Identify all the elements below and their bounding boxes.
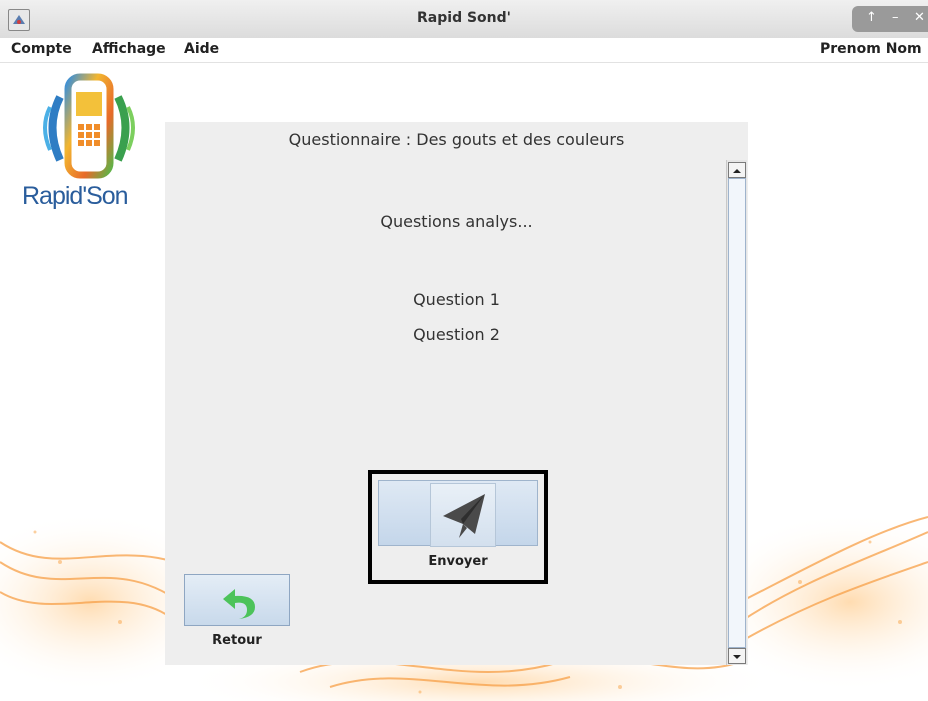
menu-compte[interactable]: Compte <box>11 41 72 57</box>
questions-section-label: Questions analys... <box>380 212 533 231</box>
menu-aide[interactable]: Aide <box>184 41 219 57</box>
window-titlebar: Rapid Sond' ↑ – ✕ <box>0 0 928 39</box>
menu-bar: Compte Affichage Aide Prenom Nom <box>0 38 928 63</box>
minimize-icon[interactable]: – <box>892 10 899 25</box>
question-item-2[interactable]: Question 2 <box>165 325 748 344</box>
close-icon[interactable]: ✕ <box>914 10 925 25</box>
back-button[interactable] <box>184 574 290 626</box>
maximize-icon[interactable]: ↑ <box>866 10 877 25</box>
chevron-down-icon <box>733 655 741 659</box>
question-item-1[interactable]: Question 1 <box>165 290 748 309</box>
user-name-menu[interactable]: Prenom Nom <box>820 41 922 57</box>
back-button-label: Retour <box>212 633 262 648</box>
undo-arrow-icon <box>223 589 255 619</box>
scroll-down-button[interactable] <box>728 648 746 664</box>
scroll-up-button[interactable] <box>728 162 746 178</box>
vertical-scrollbar[interactable] <box>726 160 747 665</box>
questionnaire-title: Questionnaire : Des gouts et des couleur… <box>288 130 625 149</box>
send-button-frame: Envoyer <box>368 470 548 584</box>
send-button[interactable] <box>378 480 538 547</box>
menu-affichage[interactable]: Affichage <box>92 41 166 57</box>
send-button-label: Envoyer <box>428 554 488 569</box>
window-title: Rapid Sond' <box>417 10 511 26</box>
chevron-up-icon <box>733 169 741 173</box>
logo-text: Rapid'Son <box>22 182 129 210</box>
window-controls: ↑ – ✕ <box>852 6 928 32</box>
paper-plane-icon <box>430 483 496 547</box>
scroll-track[interactable] <box>728 178 746 648</box>
